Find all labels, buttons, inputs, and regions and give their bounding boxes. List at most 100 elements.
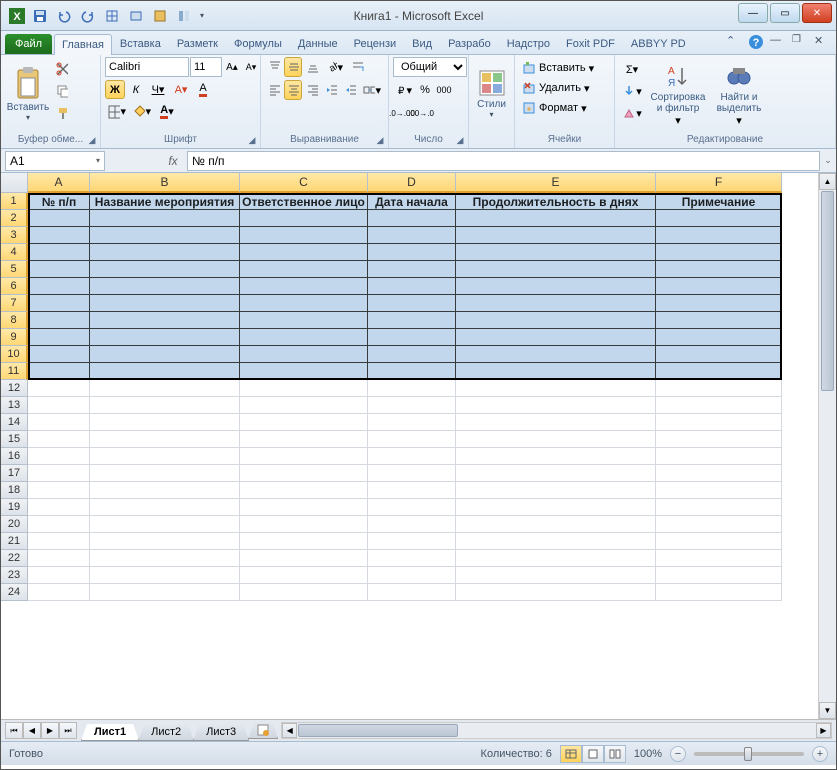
row-header-5[interactable]: 5 bbox=[1, 261, 28, 278]
cell-C16[interactable] bbox=[240, 448, 368, 465]
zoom-slider[interactable] bbox=[694, 752, 804, 756]
close-button[interactable]: ✕ bbox=[802, 3, 832, 23]
cell-E1[interactable]: Продолжительность в днях bbox=[456, 193, 656, 210]
cell-A5[interactable] bbox=[28, 261, 90, 278]
row-header-2[interactable]: 2 bbox=[1, 210, 28, 227]
cell-F22[interactable] bbox=[656, 550, 782, 567]
cell-F11[interactable] bbox=[656, 363, 782, 380]
row-header-8[interactable]: 8 bbox=[1, 312, 28, 329]
cell-F9[interactable] bbox=[656, 329, 782, 346]
tab-вставка[interactable]: Вставка bbox=[112, 33, 169, 54]
cell-B14[interactable] bbox=[90, 414, 240, 431]
cell-A17[interactable] bbox=[28, 465, 90, 482]
cut-button[interactable] bbox=[53, 59, 71, 79]
cell-D22[interactable] bbox=[368, 550, 456, 567]
cell-C12[interactable] bbox=[240, 380, 368, 397]
cell-C23[interactable] bbox=[240, 567, 368, 584]
font-size-input[interactable] bbox=[190, 57, 222, 77]
row-header-9[interactable]: 9 bbox=[1, 329, 28, 346]
cell-F2[interactable] bbox=[656, 210, 782, 227]
tab-рецензи[interactable]: Рецензи bbox=[346, 33, 405, 54]
cell-C24[interactable] bbox=[240, 584, 368, 601]
cell-E16[interactable] bbox=[456, 448, 656, 465]
vscroll-thumb[interactable] bbox=[821, 191, 834, 391]
cell-E13[interactable] bbox=[456, 397, 656, 414]
qat-undo[interactable] bbox=[53, 5, 75, 27]
font-color-button[interactable]: A bbox=[193, 80, 213, 99]
tab-вид[interactable]: Вид bbox=[404, 33, 440, 54]
format-painter-button[interactable] bbox=[53, 103, 71, 123]
sheet-tab-Лист2[interactable]: Лист2 bbox=[138, 724, 194, 741]
doc-minimize-icon[interactable]: — bbox=[770, 34, 786, 50]
alignment-dialog-launcher[interactable]: ◢ bbox=[374, 134, 386, 146]
cell-E12[interactable] bbox=[456, 380, 656, 397]
select-all-corner[interactable] bbox=[1, 173, 28, 193]
cell-D8[interactable] bbox=[368, 312, 456, 329]
formula-expand-button[interactable]: ⌄ bbox=[820, 155, 836, 166]
cell-C17[interactable] bbox=[240, 465, 368, 482]
cell-A8[interactable] bbox=[28, 312, 90, 329]
zoom-thumb[interactable] bbox=[744, 747, 752, 761]
cell-B23[interactable] bbox=[90, 567, 240, 584]
cell-C22[interactable] bbox=[240, 550, 368, 567]
cell-A1[interactable]: № п/п bbox=[28, 193, 90, 210]
cell-B3[interactable] bbox=[90, 227, 240, 244]
cell-D14[interactable] bbox=[368, 414, 456, 431]
cell-E18[interactable] bbox=[456, 482, 656, 499]
row-header-19[interactable]: 19 bbox=[1, 499, 28, 516]
cell-A13[interactable] bbox=[28, 397, 90, 414]
sheet-prev-button[interactable]: ◀ bbox=[23, 722, 41, 739]
cell-C8[interactable] bbox=[240, 312, 368, 329]
fill-color-button[interactable]: ▾ bbox=[130, 102, 154, 121]
cell-F21[interactable] bbox=[656, 533, 782, 550]
qat-btn-4[interactable] bbox=[101, 5, 123, 27]
tab-надстро[interactable]: Надстро bbox=[499, 33, 558, 54]
cell-F6[interactable] bbox=[656, 278, 782, 295]
cell-F18[interactable] bbox=[656, 482, 782, 499]
cell-B13[interactable] bbox=[90, 397, 240, 414]
number-format-select[interactable]: Общий bbox=[393, 57, 467, 77]
row-header-13[interactable]: 13 bbox=[1, 397, 28, 414]
cell-C10[interactable] bbox=[240, 346, 368, 363]
cell-F5[interactable] bbox=[656, 261, 782, 278]
wrap-text-button[interactable] bbox=[347, 57, 369, 77]
cell-E6[interactable] bbox=[456, 278, 656, 295]
cell-F13[interactable] bbox=[656, 397, 782, 414]
merge-button[interactable]: ▾ bbox=[360, 80, 384, 100]
view-normal-button[interactable] bbox=[560, 745, 582, 763]
cell-B19[interactable] bbox=[90, 499, 240, 516]
cell-B11[interactable] bbox=[90, 363, 240, 380]
align-middle-button[interactable] bbox=[284, 57, 302, 77]
cell-F12[interactable] bbox=[656, 380, 782, 397]
cell-A19[interactable] bbox=[28, 499, 90, 516]
cell-E22[interactable] bbox=[456, 550, 656, 567]
cell-E10[interactable] bbox=[456, 346, 656, 363]
cell-C11[interactable] bbox=[240, 363, 368, 380]
column-header-D[interactable]: D bbox=[368, 173, 456, 193]
row-header-22[interactable]: 22 bbox=[1, 550, 28, 567]
percent-button[interactable]: % bbox=[416, 80, 434, 100]
cell-A12[interactable] bbox=[28, 380, 90, 397]
row-header-16[interactable]: 16 bbox=[1, 448, 28, 465]
cell-E19[interactable] bbox=[456, 499, 656, 516]
column-header-C[interactable]: C bbox=[240, 173, 368, 193]
row-header-20[interactable]: 20 bbox=[1, 516, 28, 533]
cell-E23[interactable] bbox=[456, 567, 656, 584]
row-header-10[interactable]: 10 bbox=[1, 346, 28, 363]
bold-button[interactable]: Ж bbox=[105, 80, 125, 99]
row-header-21[interactable]: 21 bbox=[1, 533, 28, 550]
sheet-next-button[interactable]: ▶ bbox=[41, 722, 59, 739]
cell-D13[interactable] bbox=[368, 397, 456, 414]
cell-F23[interactable] bbox=[656, 567, 782, 584]
cell-A18[interactable] bbox=[28, 482, 90, 499]
vertical-scrollbar[interactable]: ▲ ▼ bbox=[818, 173, 836, 719]
cell-B5[interactable] bbox=[90, 261, 240, 278]
cell-A24[interactable] bbox=[28, 584, 90, 601]
row-header-17[interactable]: 17 bbox=[1, 465, 28, 482]
borders-button[interactable]: ▾ bbox=[105, 102, 129, 121]
row-header-4[interactable]: 4 bbox=[1, 244, 28, 261]
row-header-3[interactable]: 3 bbox=[1, 227, 28, 244]
cell-A21[interactable] bbox=[28, 533, 90, 550]
orientation-button[interactable]: ab▾ bbox=[322, 57, 346, 77]
increase-indent-button[interactable] bbox=[341, 80, 359, 100]
